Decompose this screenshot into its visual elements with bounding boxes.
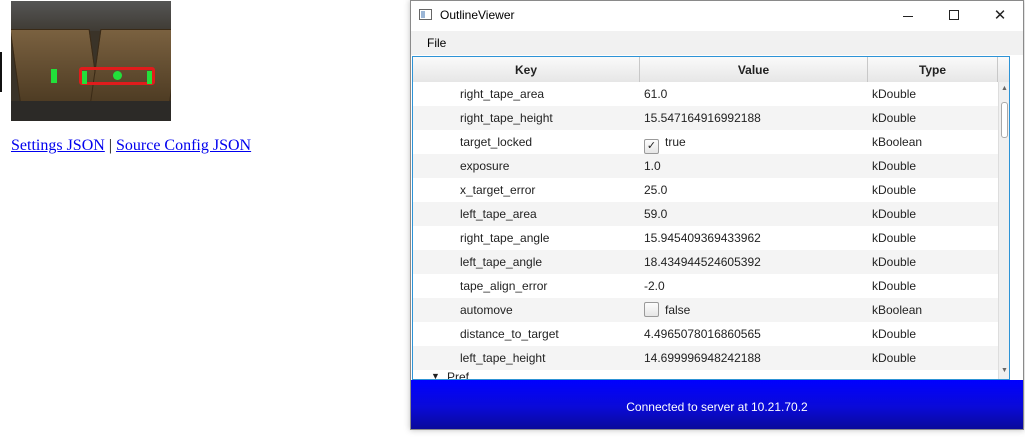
row-value[interactable]: 1.0 [644, 154, 864, 178]
row-key: automove [460, 303, 513, 317]
row-value: true [665, 135, 686, 149]
row-type: kDouble [872, 87, 917, 101]
row-key: x_target_error [460, 183, 536, 197]
target-center-marker [113, 71, 122, 80]
table-row[interactable]: automove false kBoolean [413, 298, 998, 322]
table-row[interactable]: left_tape_area 59.0 kDouble [413, 202, 998, 226]
table-row[interactable]: tape_align_error -2.0 kDouble [413, 274, 998, 298]
row-value[interactable]: 25.0 [644, 178, 864, 202]
row-value[interactable]: 15.547164916992188 [644, 106, 864, 130]
title-bar: OutlineViewer ✕ [411, 1, 1023, 31]
close-icon: ✕ [993, 7, 1007, 24]
outlineviewer-window: OutlineViewer ✕ File Key Value Type righ… [410, 0, 1024, 430]
maximize-icon [949, 10, 959, 20]
row-key: right_tape_area [460, 87, 545, 101]
row-key: right_tape_height [460, 111, 553, 125]
camera-floor [11, 101, 171, 121]
window-title: OutlineViewer [440, 8, 515, 22]
close-button[interactable]: ✕ [977, 1, 1023, 31]
maximize-button[interactable] [931, 1, 977, 31]
page-edge-marker [0, 52, 2, 92]
row-type: kDouble [872, 207, 917, 221]
row-type: kDouble [872, 327, 917, 341]
source-config-json-link[interactable]: Source Config JSON [116, 137, 251, 154]
table-row[interactable]: distance_to_target 4.4965078016860565 kD… [413, 322, 998, 346]
table-row[interactable]: left_tape_angle 18.434944524605392 kDoub… [413, 250, 998, 274]
json-links: Settings JSON | Source Config JSON [11, 137, 251, 155]
connection-status-text: Connected to server at 10.21.70.2 [626, 400, 808, 414]
table-row[interactable]: right_tape_area 61.0 kDouble [413, 82, 998, 106]
row-key: left_tape_angle [460, 255, 543, 269]
row-value[interactable]: 61.0 [644, 82, 864, 106]
row-type: kDouble [872, 111, 917, 125]
vision-tape-a [82, 71, 87, 84]
table-row[interactable]: target_locked ✓ true kBoolean [413, 130, 998, 154]
minimize-button[interactable] [885, 1, 931, 31]
table-row[interactable]: exposure 1.0 kDouble [413, 154, 998, 178]
target-locked-checkbox[interactable]: ✓ [644, 139, 659, 154]
row-value[interactable]: -2.0 [644, 274, 864, 298]
link-separator: | [108, 137, 112, 154]
connection-status-bar: Connected to server at 10.21.70.2 [411, 380, 1023, 429]
row-key: tape_align_error [460, 279, 548, 293]
vision-tape-left [51, 69, 57, 83]
camera-background [11, 1, 171, 31]
column-header-type[interactable]: Type [868, 57, 998, 82]
table-rows: right_tape_area 61.0 kDouble right_tape_… [413, 82, 998, 380]
column-header-value[interactable]: Value [640, 57, 868, 82]
row-type: kDouble [872, 279, 917, 293]
row-type: kDouble [872, 159, 917, 173]
table-row[interactable]: right_tape_height 15.547164916992188 kDo… [413, 106, 998, 130]
scrollbar-thumb[interactable] [1001, 102, 1008, 138]
tree-node-preferences[interactable]: ▼ Pref [413, 370, 998, 380]
row-type: kDouble [872, 231, 917, 245]
menu-file[interactable]: File [427, 36, 446, 50]
table-row[interactable]: left_tape_height 14.699996948242188 kDou… [413, 346, 998, 370]
row-value[interactable]: 18.434944524605392 [644, 250, 864, 274]
table-row[interactable]: x_target_error 25.0 kDouble [413, 178, 998, 202]
row-value[interactable]: 59.0 [644, 202, 864, 226]
row-key: distance_to_target [460, 327, 559, 341]
row-type: kBoolean [872, 303, 923, 317]
tree-node-label: Pref [447, 370, 470, 380]
app-icon [419, 9, 432, 20]
table-header: Key Value Type [413, 57, 1009, 83]
minimize-icon [903, 16, 913, 17]
row-type: kDouble [872, 183, 917, 197]
row-key: target_locked [460, 135, 533, 149]
automove-checkbox[interactable] [644, 302, 659, 317]
row-key: left_tape_area [460, 207, 537, 221]
scroll-down-icon[interactable]: ▼ [1001, 367, 1008, 374]
column-header-key[interactable]: Key [413, 57, 640, 82]
row-value-boolean: ✓ true [644, 130, 864, 154]
vision-tape-b [147, 71, 152, 84]
row-type: kDouble [872, 351, 917, 365]
row-type: kBoolean [872, 135, 923, 149]
row-value-boolean: false [644, 298, 864, 322]
row-key: exposure [460, 159, 510, 173]
row-value[interactable]: 15.945409369433962 [644, 226, 864, 250]
row-value: false [665, 303, 691, 317]
scroll-up-icon[interactable]: ▲ [1001, 85, 1008, 92]
camera-stream-image [11, 1, 171, 121]
column-header-filler [998, 57, 1009, 82]
menu-bar: File [411, 31, 1023, 55]
row-key: right_tape_angle [460, 231, 550, 245]
row-value[interactable]: 4.4965078016860565 [644, 322, 864, 346]
row-key: left_tape_height [460, 351, 546, 365]
table-row[interactable]: right_tape_angle 15.945409369433962 kDou… [413, 226, 998, 250]
expand-arrow-icon[interactable]: ▼ [431, 371, 440, 379]
network-table-view[interactable]: Key Value Type right_tape_area 61.0 kDou… [412, 56, 1010, 380]
row-value[interactable]: 14.699996948242188 [644, 346, 864, 370]
row-type: kDouble [872, 255, 917, 269]
settings-json-link[interactable]: Settings JSON [11, 137, 105, 154]
vertical-scrollbar[interactable]: ▲ ▼ [998, 82, 1009, 379]
